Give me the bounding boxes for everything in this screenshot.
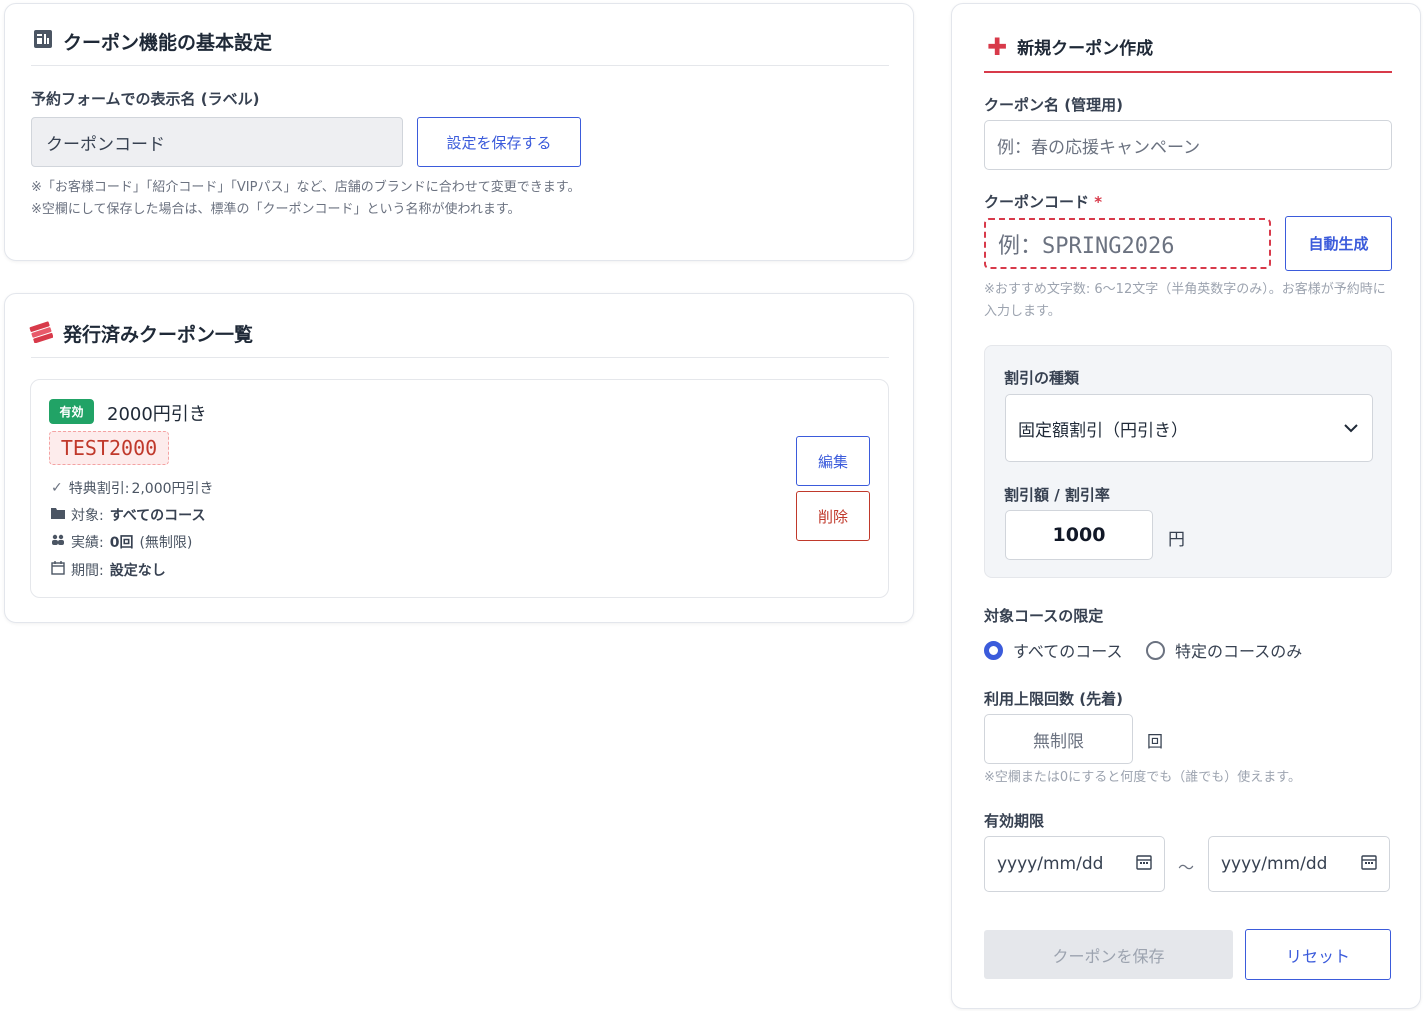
date-separator: 〜 <box>1178 858 1195 877</box>
end-date-input[interactable]: yyyy/mm/dd <box>1208 836 1390 892</box>
amount-label: 割引額 / 割引率 <box>1004 486 1110 504</box>
target-label: 対象: <box>71 508 104 524</box>
radio-all-courses[interactable]: すべてのコース <box>984 638 1122 662</box>
settings-note-2: ※空欄にして保存した場合は、標準の「クーポンコード」という名称が使われます。 <box>31 202 521 217</box>
save-coupon-button[interactable]: クーポンを保存 <box>984 930 1233 979</box>
discount-panel: 割引の種類 固定額割引（円引き） 割引額 / 割引率 1000 円 <box>984 345 1392 578</box>
create-title-underline <box>984 71 1392 73</box>
code-note: ※おすすめ文字数: 6〜12文字（半角英数字のみ）。お客様が予約時に入力します。 <box>984 282 1386 319</box>
usage-value: 0回 <box>109 535 134 551</box>
create-title-row: ✚ 新規クーポン作成 <box>987 32 1154 61</box>
radio-selected-icon <box>984 640 1003 660</box>
usage-label: 実績: <box>71 535 104 551</box>
create-coupon-card: ✚ 新規クーポン作成 クーポン名 (管理用) 例：春の応援キャンペーン クーポン… <box>951 3 1421 1009</box>
meta-benefit: ✓ 特典割引: 2,000円引き <box>51 478 214 498</box>
label-field-label: 予約フォームでの表示名 (ラベル) <box>31 90 260 108</box>
limit-note: ※空欄または0にすると何度でも（誰でも）使えます。 <box>984 770 1301 785</box>
period-label: 期間: <box>71 563 104 579</box>
calendar-icon[interactable] <box>1361 854 1377 875</box>
usage-extra: (無制限) <box>139 535 193 551</box>
discount-type-select[interactable]: 固定額割引（円引き） <box>1005 394 1373 462</box>
amount-unit: 円 <box>1168 530 1185 550</box>
list-title-row: 発行済みクーポン一覧 <box>29 319 253 348</box>
period-value: 設定なし <box>109 563 166 579</box>
list-title: 発行済みクーポン一覧 <box>63 324 254 346</box>
benefit-label: 特典割引: <box>68 481 130 497</box>
settings-divider <box>31 65 889 66</box>
coupon-code-label-row: クーポンコード * <box>984 191 1102 212</box>
coupon-name-input[interactable]: 例：春の応援キャンペーン <box>984 120 1392 170</box>
delete-button[interactable]: 削除 <box>796 491 870 541</box>
period-label: 有効期限 <box>984 812 1045 830</box>
radio-unselected-icon <box>1146 640 1165 660</box>
target-value: すべてのコース <box>109 508 206 524</box>
basic-settings-card: クーポン機能の基本設定 予約フォームでの表示名 (ラベル) クーポンコード 設定… <box>4 3 914 261</box>
settings-icon <box>33 29 53 54</box>
plus-icon: ✚ <box>987 32 1008 61</box>
limit-input[interactable]: 無制限 <box>984 714 1133 764</box>
settings-note-1: ※「お客様コード」「紹介コード」「VIPパス」など、店舗のブランドに合わせて変更… <box>31 180 581 195</box>
settings-title-row: クーポン機能の基本設定 <box>33 28 272 55</box>
edit-button[interactable]: 編集 <box>796 436 870 486</box>
coupon-name-label: クーポン名 (管理用) <box>984 96 1123 114</box>
start-date-placeholder: yyyy/mm/dd <box>997 854 1104 874</box>
end-date-placeholder: yyyy/mm/dd <box>1221 854 1328 874</box>
chevron-down-icon <box>1344 418 1358 438</box>
settings-title: クーポン機能の基本設定 <box>63 32 273 54</box>
calendar-icon[interactable] <box>1136 854 1152 875</box>
coupon-item: 有効 2000円引き TEST2000 ✓ 特典割引: 2,000円引き 対象:… <box>30 379 889 598</box>
limit-label: 利用上限回数 (先着) <box>984 690 1123 708</box>
course-label: 対象コースの限定 <box>984 607 1104 625</box>
auto-generate-button[interactable]: 自動生成 <box>1285 216 1392 271</box>
coupon-name: 2000円引き <box>107 404 207 425</box>
ticket-icon <box>29 319 54 348</box>
discount-type-label: 割引の種類 <box>1004 369 1080 387</box>
meta-usage: 実績: 0回 (無制限) <box>51 532 192 552</box>
radio-all-courses-label: すべてのコース <box>1013 642 1123 661</box>
meta-target: 対象: すべてのコース <box>51 505 205 525</box>
radio-specific-courses[interactable]: 特定のコースのみ <box>1146 638 1302 662</box>
start-date-input[interactable]: yyyy/mm/dd <box>984 836 1165 892</box>
limit-unit: 回 <box>1147 732 1164 751</box>
create-title: 新規クーポン作成 <box>1017 39 1154 59</box>
coupon-code-label: クーポンコード <box>984 193 1090 211</box>
folder-icon <box>51 507 65 523</box>
required-mark: * <box>1094 193 1103 211</box>
coupon-code-input[interactable]: 例：SPRING2026 <box>984 218 1271 269</box>
calendar-icon <box>51 561 65 579</box>
check-icon: ✓ <box>51 480 63 496</box>
status-badge: 有効 <box>49 399 94 424</box>
discount-type-value: 固定額割引（円引き） <box>1018 420 1188 441</box>
benefit-value: 2,000円引き <box>131 481 214 497</box>
list-divider <box>31 357 889 358</box>
issued-coupons-card: 発行済みクーポン一覧 有効 2000円引き TEST2000 ✓ 特典割引: 2… <box>4 293 914 623</box>
users-icon <box>51 534 65 550</box>
radio-specific-courses-label: 特定のコースのみ <box>1175 642 1303 661</box>
label-input[interactable]: クーポンコード <box>31 117 403 167</box>
amount-input[interactable]: 1000 <box>1005 510 1153 560</box>
save-settings-button[interactable]: 設定を保存する <box>417 117 581 167</box>
coupon-code-tag: TEST2000 <box>49 431 169 465</box>
reset-button[interactable]: リセット <box>1245 929 1391 980</box>
meta-period: 期間: 設定なし <box>51 560 166 580</box>
